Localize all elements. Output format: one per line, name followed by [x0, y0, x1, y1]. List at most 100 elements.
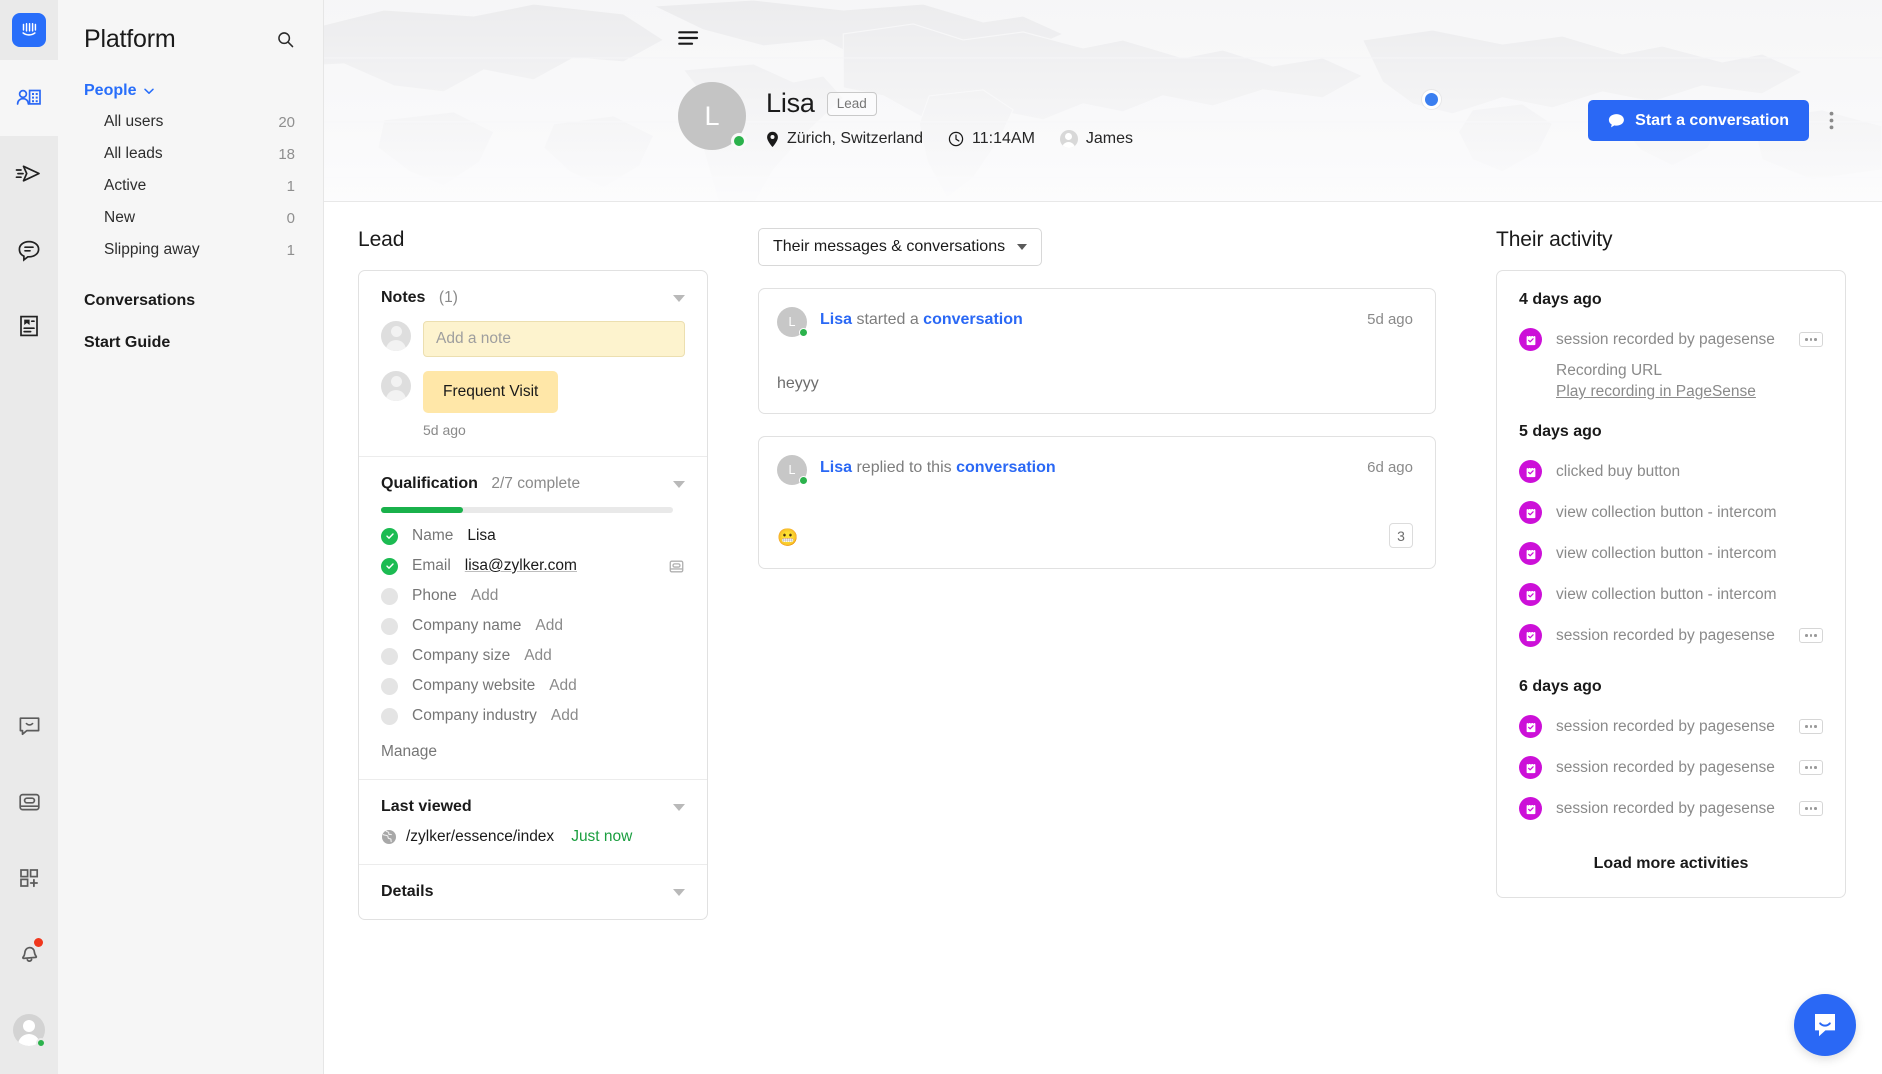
manage-qualification-link[interactable]: Manage — [381, 743, 685, 761]
apps-add-icon — [17, 866, 41, 890]
pagesense-activity-icon — [1519, 328, 1542, 351]
last-viewed-row[interactable]: /zylker/essence/index Just now — [381, 828, 685, 846]
hero-content: L Lisa Lead Zürich, — [678, 82, 1842, 150]
activity-row[interactable]: session recorded by pagesense — [1519, 706, 1823, 747]
qualification-row-company-website[interactable]: Company website Add — [381, 671, 685, 701]
rail-top-group — [0, 0, 58, 364]
activity-row[interactable]: session recorded by pagesense — [1519, 747, 1823, 788]
sidebar-item-conversations[interactable]: Conversations — [58, 280, 323, 322]
conversation-actor: Lisa — [820, 311, 852, 328]
sidebar-item-slipping-away[interactable]: Slipping away 1 — [58, 234, 323, 266]
activity-row[interactable]: view collection button - intercom — [1519, 574, 1823, 615]
sidebar-item-all-users[interactable]: All users 20 — [58, 106, 323, 138]
qualification-progress-fill — [381, 507, 463, 513]
activity-text: session recorded by pagesense — [1556, 627, 1785, 645]
activity-more-icon[interactable] — [1799, 719, 1823, 734]
field-add-action[interactable]: Add — [524, 647, 552, 665]
articles-icon — [17, 314, 41, 338]
chevron-down-icon — [1017, 244, 1027, 250]
sidebar-item-new[interactable]: New 0 — [58, 202, 323, 234]
rail-item-articles[interactable] — [0, 288, 58, 364]
notes-section: Notes (1) Frequent Visit — [359, 271, 707, 457]
intercom-logo-button[interactable] — [0, 0, 58, 60]
person-owner: James — [1086, 130, 1133, 148]
rail-item-messenger[interactable] — [0, 688, 58, 764]
activity-more-icon[interactable] — [1799, 628, 1823, 643]
conversation-header: L Lisa started a conversation 5d ago — [777, 307, 1413, 337]
start-conversation-button[interactable]: Start a conversation — [1588, 100, 1809, 141]
sidebar-group-people: People All users 20 All leads 18 Active … — [58, 76, 323, 266]
sidebar-group-header-people[interactable]: People — [58, 76, 323, 106]
notes-collapse-icon[interactable] — [673, 295, 685, 302]
qualification-row-company-size[interactable]: Company size Add — [381, 641, 685, 671]
last-viewed-collapse-icon[interactable] — [673, 804, 685, 811]
conversation-card[interactable]: L Lisa started a conversation 5d ago hey… — [758, 288, 1436, 414]
messenger-launcher-button[interactable] — [1794, 994, 1856, 1056]
conversations-filter-dropdown[interactable]: Their messages & conversations — [758, 228, 1042, 266]
rail-item-outbound[interactable] — [0, 136, 58, 212]
outbound-send-icon — [15, 162, 43, 186]
conversation-link[interactable]: conversation — [923, 311, 1023, 328]
activity-row[interactable]: view collection button - intercom — [1519, 533, 1823, 574]
activity-more-icon[interactable] — [1799, 332, 1823, 347]
page-title: Platform — [84, 25, 175, 54]
details-collapse-icon[interactable] — [673, 889, 685, 896]
rail-item-users[interactable] — [0, 60, 58, 136]
conversation-card[interactable]: L Lisa replied to this conversation 6d a… — [758, 436, 1436, 569]
sidebar-item-count: 1 — [287, 242, 295, 259]
activity-row[interactable]: session recorded by pagesense — [1519, 615, 1823, 656]
rail-item-notifications[interactable] — [0, 916, 58, 992]
play-recording-link[interactable]: Play recording in PageSense — [1556, 383, 1823, 401]
conversation-summary: Lisa replied to this conversation — [820, 455, 1354, 477]
field-add-action[interactable]: Add — [549, 677, 577, 695]
qualification-row-company-name[interactable]: Company name Add — [381, 611, 685, 641]
activity-text: session recorded by pagesense — [1556, 718, 1785, 736]
qualification-row-name[interactable]: Name Lisa — [381, 521, 685, 551]
pagesense-activity-icon — [1519, 583, 1542, 606]
field-add-action[interactable]: Add — [551, 707, 579, 725]
add-note-input[interactable] — [423, 321, 685, 357]
person-name: Lisa — [766, 88, 815, 119]
rail-user-avatar-button[interactable] — [0, 992, 58, 1068]
activity-row[interactable]: view collection button - intercom — [1519, 492, 1823, 533]
hero-actions: Start a conversation — [1588, 100, 1842, 141]
field-add-action[interactable]: Add — [535, 617, 563, 635]
search-icon[interactable] — [276, 30, 295, 49]
activity-text: view collection button - intercom — [1556, 545, 1823, 563]
qualification-row-phone[interactable]: Phone Add — [381, 581, 685, 611]
clock-icon — [948, 131, 964, 147]
conversation-body: heyyy — [777, 375, 1413, 393]
sidebar-item-start-guide[interactable]: Start Guide — [58, 322, 323, 364]
empty-status-dot — [381, 588, 398, 605]
rail-item-banners[interactable] — [0, 764, 58, 840]
person-name-row: Lisa Lead — [766, 88, 1133, 119]
conversation-actor: Lisa — [820, 459, 852, 476]
add-note-row — [381, 321, 685, 357]
activity-row[interactable]: session recorded by pagesense — [1519, 788, 1823, 829]
qualification-row-company-industry[interactable]: Company industry Add — [381, 701, 685, 731]
sidebar-item-active[interactable]: Active 1 — [58, 170, 323, 202]
load-more-activities-button[interactable]: Load more activities — [1519, 855, 1823, 873]
qualification-collapse-icon[interactable] — [673, 481, 685, 488]
conversation-link[interactable]: conversation — [956, 459, 1056, 476]
rail-item-apps[interactable] — [0, 840, 58, 916]
qualification-row-email[interactable]: Email lisa@zylker.com — [381, 551, 685, 581]
field-add-action[interactable]: Add — [471, 587, 499, 605]
mail-icon[interactable] — [668, 558, 685, 575]
sidebar-item-all-leads[interactable]: All leads 18 — [58, 138, 323, 170]
activity-row[interactable]: clicked buy button — [1519, 451, 1823, 492]
activity-column: Their activity 4 days ago session record… — [1474, 202, 1882, 1074]
activity-more-icon[interactable] — [1799, 801, 1823, 816]
collapse-sidebar-icon[interactable] — [678, 30, 700, 51]
sidebar-item-label: All leads — [104, 145, 163, 163]
activity-more-icon[interactable] — [1799, 760, 1823, 775]
activity-row[interactable]: session recorded by pagesense — [1519, 319, 1823, 360]
profile-hero-header: L Lisa Lead Zürich, — [324, 0, 1882, 202]
conversation-timestamp: 6d ago — [1367, 455, 1413, 476]
notes-title: Notes — [381, 289, 425, 306]
activity-day-label: 6 days ago — [1519, 678, 1823, 696]
sidebar-item-count: 20 — [278, 114, 295, 131]
rail-item-conversations[interactable] — [0, 212, 58, 288]
more-options-icon[interactable] — [1821, 105, 1842, 136]
details-section: Details — [359, 865, 707, 919]
